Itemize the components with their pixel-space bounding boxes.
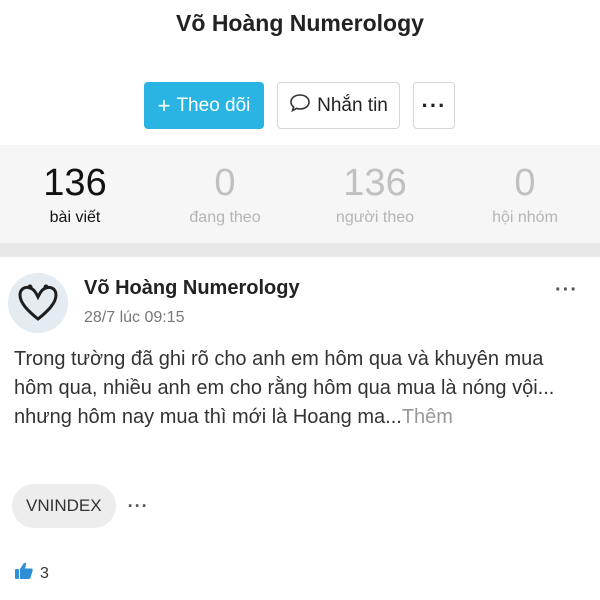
page-title: Võ Hoàng Numerology (176, 10, 424, 36)
section-divider (0, 243, 600, 257)
chat-bubble-icon (289, 93, 311, 119)
avatar[interactable] (8, 273, 68, 333)
thumbs-up-icon[interactable] (14, 561, 34, 586)
plus-icon: + (157, 92, 171, 118)
post-card: Võ Hoàng Numerology 28/7 lúc 09:15 ··· T… (0, 257, 600, 600)
stat-label: bài viết (49, 209, 101, 226)
stat-value: 136 (343, 162, 407, 204)
message-label: Nhắn tin (317, 94, 388, 116)
message-button[interactable]: Nhắn tin (277, 82, 400, 129)
follow-button[interactable]: + Theo dõi (144, 82, 264, 129)
stat-label: người theo (335, 209, 415, 226)
stat-value: 0 (214, 162, 236, 204)
stat-label: đang theo (189, 209, 261, 226)
like-count: 3 (40, 564, 49, 582)
profile-stats: 136 bài viết 0 đang theo 136 người theo … (0, 145, 600, 243)
tags-more-icon[interactable]: ··· (128, 496, 149, 517)
more-horizontal-icon: ··· (421, 92, 447, 118)
stat-value: 136 (43, 162, 107, 204)
stat-following[interactable]: 0 đang theo (150, 145, 300, 243)
post-author[interactable]: Võ Hoàng Numerology (84, 277, 300, 300)
stat-value: 0 (514, 162, 536, 204)
follow-label: Theo dõi (176, 94, 251, 116)
stat-posts[interactable]: 136 bài viết (0, 145, 150, 243)
post-likes: 3 (14, 561, 49, 586)
post-more-icon[interactable]: ··· (555, 279, 578, 302)
more-options-button[interactable]: ··· (413, 82, 455, 129)
post-text: Trong tường đã ghi rõ cho anh em hôm qua… (14, 348, 555, 428)
stat-followers[interactable]: 136 người theo (300, 145, 450, 243)
post-content: Trong tường đã ghi rõ cho anh em hôm qua… (14, 345, 584, 432)
tag-vnindex[interactable]: VNINDEX (12, 484, 116, 528)
post-timestamp: 28/7 lúc 09:15 (84, 309, 185, 326)
stat-groups[interactable]: 0 hội nhóm (450, 145, 600, 243)
stat-label: hội nhóm (492, 209, 558, 226)
post-tags: VNINDEX ··· (12, 484, 149, 528)
see-more-link[interactable]: Thêm (402, 406, 453, 428)
profile-actions: + Theo dõi Nhắn tin ··· (0, 82, 600, 130)
